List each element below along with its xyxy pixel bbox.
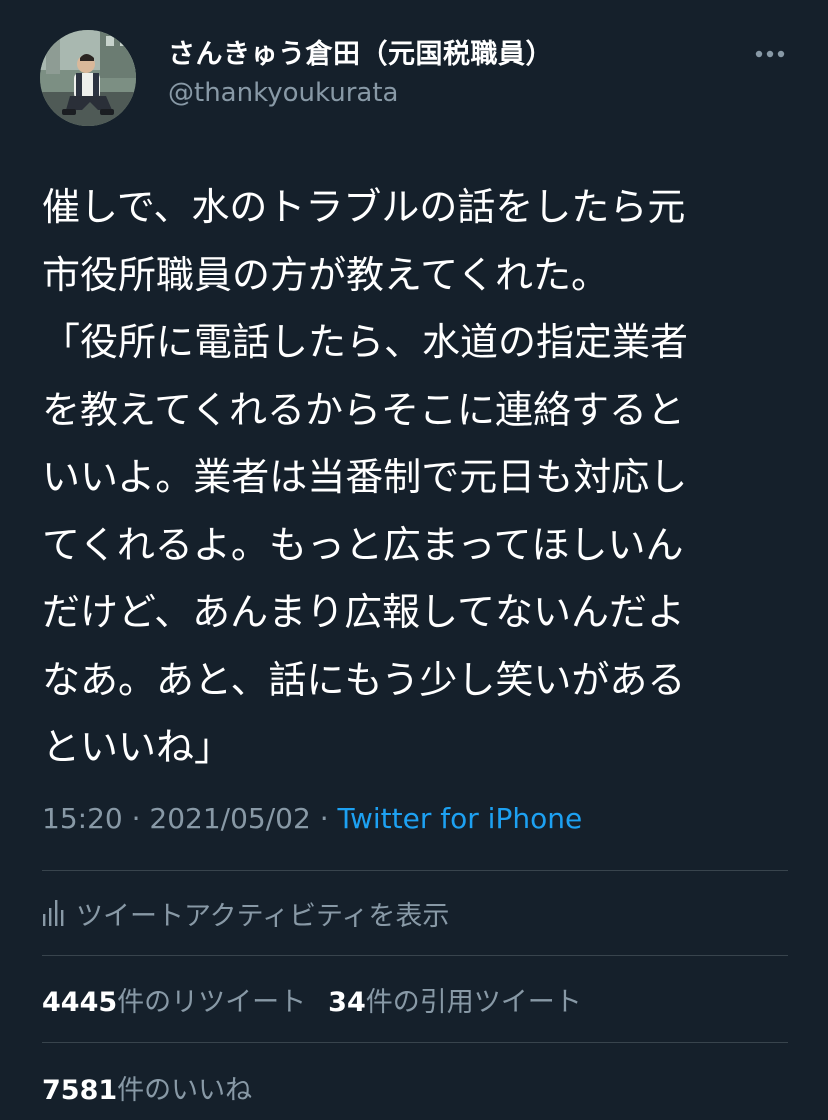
meta-separator: · <box>319 802 329 835</box>
more-horizontal-icon <box>755 50 785 58</box>
retweets-stat[interactable]: 4445件のリツイート <box>42 987 306 1018</box>
tweet-time: 15:20 <box>42 802 123 835</box>
meta-separator: · <box>131 802 141 835</box>
divider <box>42 1042 788 1043</box>
quote-tweets-stat[interactable]: 34件の引用ツイート <box>328 987 582 1018</box>
tweet-source-link[interactable]: Twitter for iPhone <box>338 802 583 835</box>
avatar[interactable] <box>40 30 136 126</box>
tweet-header: さんきゅう倉田（元国税職員） @thankyoukurata <box>0 0 828 150</box>
tweet-text: 催しで、水のトラブルの話をしたら元 市役所職員の方が教えてくれた。 「役所に電話… <box>42 185 689 769</box>
avatar-photo <box>40 30 136 126</box>
likes-label: 件のいいね <box>117 1075 253 1106</box>
quote-tweets-label: 件の引用ツイート <box>365 987 582 1018</box>
retweets-label: 件のリツイート <box>117 987 307 1018</box>
more-options-button[interactable] <box>744 36 796 72</box>
bar-chart-icon <box>43 900 64 926</box>
tweet-activity-link[interactable]: ツイートアクティビティを表示 <box>42 893 449 933</box>
tweet-date: 2021/05/02 <box>149 802 311 835</box>
tweet-metadata: 15:20 · 2021/05/02 · Twitter for iPhone <box>42 802 582 835</box>
engagement-stats: 4445件のリツイート 34件の引用ツイート <box>42 980 582 1019</box>
divider <box>42 955 788 956</box>
author-display-name[interactable]: さんきゅう倉田（元国税職員） <box>168 32 553 71</box>
author-handle[interactable]: @thankyoukurata <box>168 78 398 108</box>
likes-count: 7581 <box>42 1075 118 1106</box>
quote-tweets-count: 34 <box>328 987 366 1018</box>
divider <box>42 870 788 871</box>
retweets-count: 4445 <box>42 987 118 1018</box>
tweet-activity-label: ツイートアクティビティを表示 <box>76 900 450 932</box>
likes-stat[interactable]: 7581件のいいね <box>42 1068 252 1107</box>
